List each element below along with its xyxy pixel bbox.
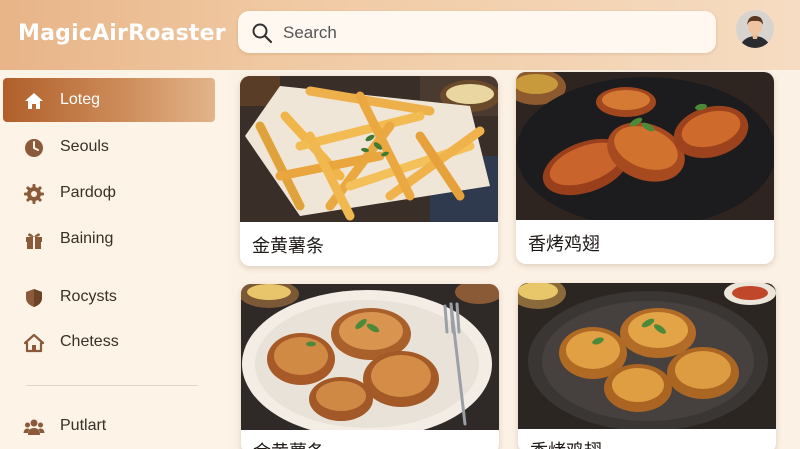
sidebar-item-loteg[interactable]: Loteg [3, 78, 215, 122]
search-icon [252, 23, 273, 44]
home-icon [25, 93, 43, 109]
sidebar-item-putlart[interactable]: Putlart [3, 404, 215, 448]
sidebar-item-label: Seouls [60, 138, 109, 155]
roasted-chicken-wings-image [516, 72, 774, 220]
sidebar-item-label: Pardoф [60, 184, 116, 201]
avatar[interactable] [736, 10, 774, 48]
french-fries-image [240, 76, 498, 222]
sidebar-item-rocysts[interactable]: Rocysts [3, 275, 215, 319]
roasted-chicken-plate-image [241, 284, 499, 430]
search-input[interactable]: Search [283, 23, 337, 43]
group-icon [23, 419, 45, 435]
shield-icon [26, 289, 42, 307]
recipe-card[interactable]: 香烤鸡翅 [516, 72, 774, 264]
recipe-title: 香烤鸡翅 [530, 437, 602, 449]
gift-icon [26, 233, 42, 249]
gear-icon [24, 184, 44, 204]
sidebar-divider [26, 385, 198, 386]
top-bar: MagicAirRoaster Search [0, 0, 800, 70]
app-title: MagicAirRoaster [18, 21, 226, 46]
sidebar-item-label: Chetess [60, 333, 119, 350]
clock-icon [25, 139, 43, 157]
recipe-title: 金黄薯条 [252, 236, 324, 257]
house-icon [23, 333, 45, 353]
sidebar-item-pardo[interactable]: Pardoф [3, 171, 215, 215]
search-bar[interactable]: Search [238, 11, 716, 53]
recipe-title: 金黄薯条 [253, 438, 325, 449]
sidebar-item-label: Rocysts [60, 288, 117, 305]
sidebar-item-chetess[interactable]: Chetess [3, 320, 215, 364]
roasted-chicken-pan-image [518, 283, 776, 429]
recipe-card[interactable]: 金黄薯条 [241, 284, 499, 449]
recipe-title: 香烤鸡翅 [528, 234, 600, 255]
sidebar: Loteg Seouls Pardoф Baining Rocysts Chet… [0, 70, 228, 449]
sidebar-item-label: Loteg [60, 91, 101, 108]
sidebar-item-seouls[interactable]: Seouls [3, 125, 215, 169]
recipe-card[interactable]: 金黄薯条 [240, 76, 498, 266]
recipe-card[interactable]: 香烤鸡翅 [518, 283, 776, 449]
sidebar-item-label: Putlart [60, 417, 107, 434]
sidebar-item-baining[interactable]: Baining [3, 217, 215, 261]
sidebar-item-label: Baining [60, 230, 114, 247]
